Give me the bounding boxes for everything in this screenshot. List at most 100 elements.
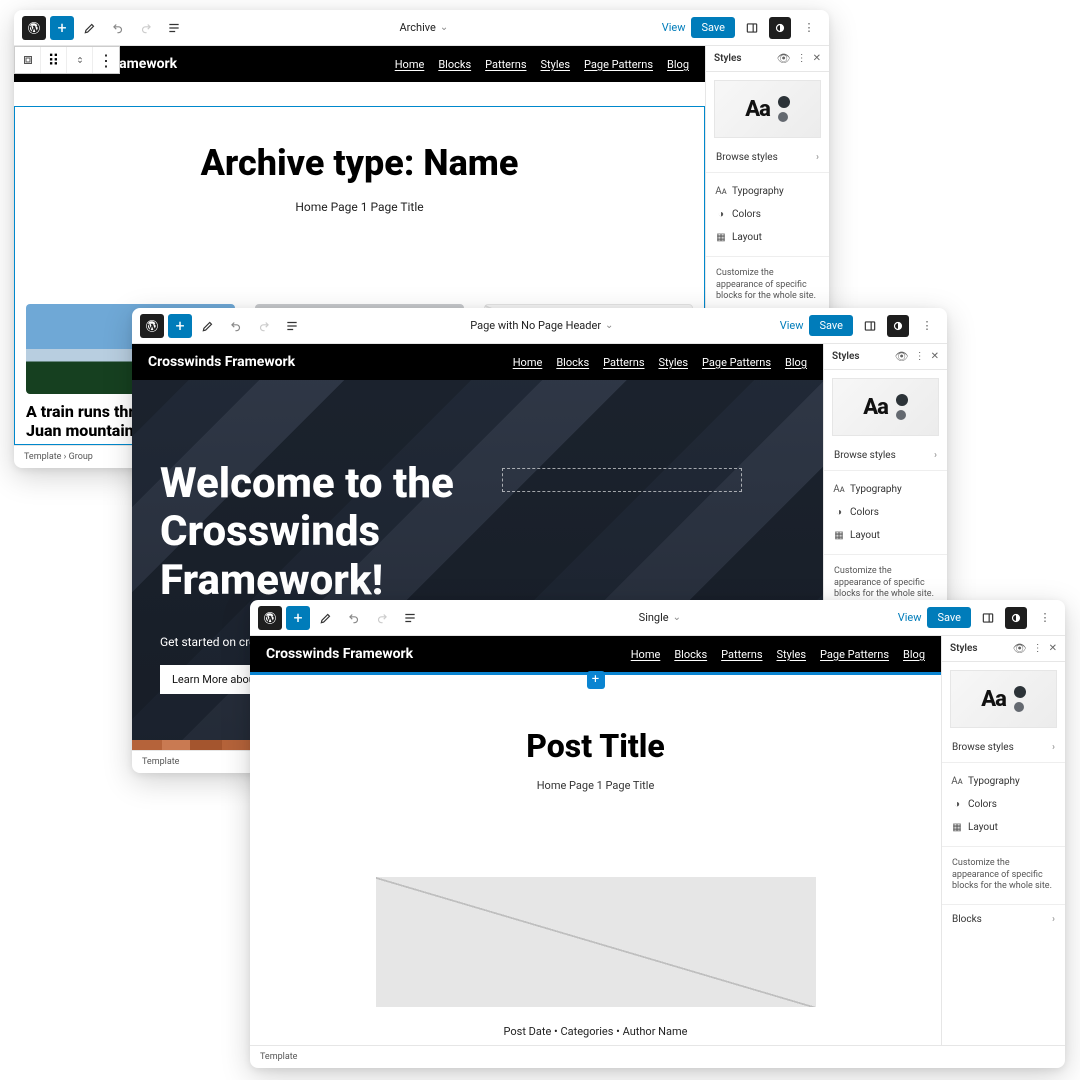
- style-preview[interactable]: Aa: [832, 378, 939, 436]
- style-preview[interactable]: Aa: [950, 670, 1057, 728]
- undo-icon[interactable]: [342, 606, 366, 630]
- undo-icon[interactable]: [106, 16, 130, 40]
- nav-link[interactable]: Page Patterns: [820, 648, 889, 661]
- add-block-button[interactable]: +: [50, 16, 74, 40]
- editor-breadcrumb[interactable]: Template: [250, 1045, 1065, 1068]
- nav-link[interactable]: Page Patterns: [702, 356, 771, 369]
- nav-link[interactable]: Blocks: [674, 648, 707, 661]
- panel-more-icon[interactable]: ⋮: [1033, 643, 1043, 654]
- layout-row[interactable]: ▦Layout: [706, 226, 829, 249]
- styles-toggle-icon[interactable]: [887, 315, 909, 337]
- nav-link[interactable]: Styles: [541, 58, 571, 71]
- more-menu-icon[interactable]: ⋮: [1033, 606, 1057, 630]
- editor-canvas[interactable]: Crosswinds Framework Home Blocks Pattern…: [250, 636, 941, 1045]
- template-name-dropdown[interactable]: Page with No Page Header ⌄: [308, 319, 776, 332]
- browse-styles-row[interactable]: Browse styles›: [824, 444, 947, 467]
- blocks-row[interactable]: Blocks›: [942, 908, 1065, 931]
- eye-icon[interactable]: 👁: [895, 350, 909, 363]
- wordpress-logo-icon[interactable]: [258, 606, 282, 630]
- floating-block-toolbar[interactable]: ⠿ ⋮: [14, 46, 120, 74]
- empty-paragraph-placeholder[interactable]: [502, 468, 742, 492]
- layout-row[interactable]: ▦Layout: [942, 816, 1065, 839]
- edit-mode-icon[interactable]: [196, 314, 220, 338]
- template-name-dropdown[interactable]: Single ⌄: [426, 611, 894, 624]
- list-view-icon[interactable]: [280, 314, 304, 338]
- style-preview[interactable]: Aa: [714, 80, 821, 138]
- typography-row[interactable]: AᴀTypography: [706, 180, 829, 203]
- browse-styles-row[interactable]: Browse styles ›: [706, 146, 829, 169]
- save-button[interactable]: Save: [927, 607, 971, 628]
- nav-link[interactable]: Patterns: [603, 356, 644, 369]
- sidebar-toggle-icon[interactable]: [741, 17, 763, 39]
- sidebar-toggle-icon[interactable]: [859, 315, 881, 337]
- nav-link[interactable]: Home: [395, 58, 425, 71]
- colors-row[interactable]: ◑Colors: [942, 793, 1065, 816]
- list-view-icon[interactable]: [162, 16, 186, 40]
- nav-link[interactable]: Home: [631, 648, 661, 661]
- chevron-right-icon: ›: [816, 152, 819, 163]
- redo-icon[interactable]: [370, 606, 394, 630]
- nav-link[interactable]: Styles: [659, 356, 689, 369]
- sidebar-toggle-icon[interactable]: [977, 607, 999, 629]
- typography-sample: Aa: [863, 395, 888, 420]
- wordpress-logo-icon[interactable]: [22, 16, 46, 40]
- eye-icon[interactable]: 👁: [1013, 642, 1027, 655]
- typography-row[interactable]: AᴀTypography: [942, 770, 1065, 793]
- styles-toggle-icon[interactable]: [1005, 607, 1027, 629]
- panel-more-icon[interactable]: ⋮: [797, 53, 807, 64]
- close-icon[interactable]: ✕: [1049, 643, 1057, 654]
- layout-row[interactable]: ▦Layout: [824, 524, 947, 547]
- wordpress-logo-icon[interactable]: [140, 314, 164, 338]
- nav-link[interactable]: Blocks: [556, 356, 589, 369]
- save-button[interactable]: Save: [691, 17, 735, 38]
- post-title[interactable]: Post Title: [250, 727, 941, 765]
- add-block-button[interactable]: +: [286, 606, 310, 630]
- nav-link[interactable]: Page Patterns: [584, 58, 653, 71]
- drag-handle-icon[interactable]: ⠿: [41, 47, 67, 73]
- nav-link[interactable]: Patterns: [721, 648, 762, 661]
- nav-link[interactable]: Styles: [777, 648, 807, 661]
- colors-row[interactable]: ◑Colors: [824, 501, 947, 524]
- nav-link[interactable]: Home: [513, 356, 543, 369]
- add-block-button[interactable]: +: [168, 314, 192, 338]
- eye-icon[interactable]: 👁: [777, 52, 791, 65]
- typography-row[interactable]: AᴀTypography: [824, 478, 947, 501]
- nav-link[interactable]: Blog: [903, 648, 925, 661]
- template-name-dropdown[interactable]: Archive ⌄: [190, 21, 658, 34]
- template-name-label: Page with No Page Header: [470, 319, 601, 332]
- block-type-icon[interactable]: [15, 47, 41, 73]
- block-insertion-line[interactable]: +: [250, 672, 941, 677]
- colors-row[interactable]: ◑Colors: [706, 203, 829, 226]
- edit-mode-icon[interactable]: [78, 16, 102, 40]
- site-nav[interactable]: Home Blocks Patterns Styles Page Pattern…: [631, 648, 925, 661]
- undo-icon[interactable]: [224, 314, 248, 338]
- save-button[interactable]: Save: [809, 315, 853, 336]
- list-view-icon[interactable]: [398, 606, 422, 630]
- view-link[interactable]: View: [780, 319, 804, 332]
- panel-more-icon[interactable]: ⋮: [915, 351, 925, 362]
- redo-icon[interactable]: [252, 314, 276, 338]
- block-more-icon[interactable]: ⋮: [93, 47, 119, 73]
- more-menu-icon[interactable]: ⋮: [915, 314, 939, 338]
- edit-mode-icon[interactable]: [314, 606, 338, 630]
- archive-heading[interactable]: Archive type: Name: [14, 142, 705, 184]
- featured-image-placeholder[interactable]: [376, 877, 816, 1007]
- nav-link[interactable]: Blocks: [438, 58, 471, 71]
- move-icon[interactable]: [67, 47, 93, 73]
- close-icon[interactable]: ✕: [931, 351, 939, 362]
- more-menu-icon[interactable]: ⋮: [797, 16, 821, 40]
- colors-label: Colors: [850, 507, 879, 518]
- nav-link[interactable]: Blog: [667, 58, 689, 71]
- site-nav[interactable]: Home Blocks Patterns Styles Page Pattern…: [395, 58, 689, 71]
- styles-toggle-icon[interactable]: [769, 17, 791, 39]
- nav-link[interactable]: Patterns: [485, 58, 526, 71]
- redo-icon[interactable]: [134, 16, 158, 40]
- view-link[interactable]: View: [662, 21, 686, 34]
- nav-link[interactable]: Blog: [785, 356, 807, 369]
- site-nav[interactable]: Home Blocks Patterns Styles Page Pattern…: [513, 356, 807, 369]
- close-icon[interactable]: ✕: [813, 53, 821, 64]
- view-link[interactable]: View: [898, 611, 922, 624]
- browse-styles-row[interactable]: Browse styles›: [942, 736, 1065, 759]
- typography-label: Typography: [968, 776, 1020, 787]
- insert-block-button[interactable]: +: [587, 671, 605, 689]
